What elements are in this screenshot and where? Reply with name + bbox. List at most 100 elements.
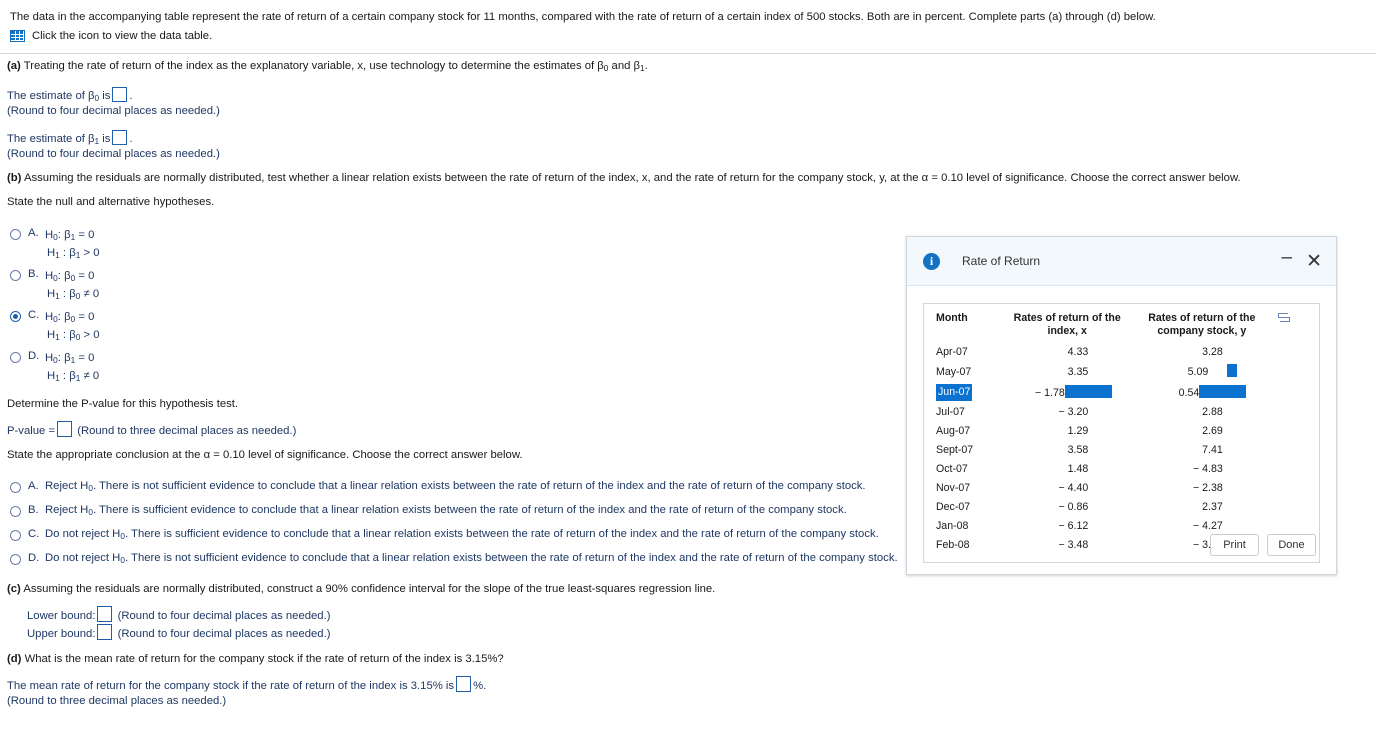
conclusion-radio-d[interactable] [10,554,21,565]
hypothesis-radio-b[interactable] [10,270,21,281]
hypothesis-text-c: H0: β0 = 0 H1 : β0 > 0 [45,311,100,342]
table-header-row: Month Rates of return of the index, x Rat… [924,310,1319,343]
lower-bound-input[interactable] [97,606,113,622]
part-d-prompt: (d) What is the mean rate of return for … [7,652,504,667]
view-data-table-link[interactable]: Click the icon to view the data table. [10,30,1366,42]
table-row[interactable]: May-07 3.35 5.09 [924,362,1319,382]
upper-bound-label: Upper bound: [27,628,96,640]
print-button[interactable]: Print [1210,534,1259,556]
cell-spacer [1271,498,1319,517]
hypothesis-text-b: H0: β0 = 0 H1 : β0 ≠ 0 [45,270,100,301]
conclusion-radio-b[interactable] [10,506,21,517]
conclusion-option-b[interactable]: B. Reject H0. There is sufficient eviden… [10,504,847,517]
conclusion-option-c[interactable]: C. Do not reject H0. There is sufficient… [10,528,879,541]
pvalue-prompt: Determine the P-value for this hypothesi… [7,398,239,410]
hypothesis-letter-c: C. [28,309,40,321]
cell-spacer [1271,460,1319,479]
intro-divider [0,53,1376,54]
lower-bound-hint: (Round to four decimal places as needed.… [117,610,331,622]
conclusion-text-a: Reject H0. There is not sufficient evide… [45,480,866,493]
header-company-stock-y: Rates of return of the company stock, y [1148,312,1256,337]
cell-month: Jun-07 [924,382,1002,403]
minimize-icon[interactable]: – [1282,248,1293,267]
beta0-hint: (Round to four decimal places as needed.… [7,105,220,117]
part-a-prompt: (a) Treating the rate of return of the i… [7,60,648,73]
cell-index-x: − 4.40 [1058,482,1089,494]
table-head: Month Rates of return of the index, x Rat… [924,310,1319,343]
hypothesis-radio-c[interactable] [10,311,21,322]
header-icon-cell [1271,310,1319,343]
conclusion-text-c: Do not reject H0. There is sufficient ev… [45,528,879,541]
cell-company-y: − 2.38 [1193,482,1223,494]
part-b-text: Assuming the residuals are normally dist… [21,172,1241,184]
cell-company-y: 0.54 [1132,382,1271,403]
upper-bound-input[interactable] [97,624,113,640]
hypothesis-radio-a[interactable] [10,229,21,240]
part-d-input[interactable] [456,676,472,692]
cell-index-x: − 3.20 [1058,406,1089,418]
selection-highlight [1199,384,1247,398]
hypothesis-radio-d[interactable] [10,352,21,363]
table-row[interactable]: Apr-07 4.33 3.28 [924,343,1319,362]
cell-index-x: − 1.78 [1002,382,1132,403]
hypothesis-option-d[interactable]: D. H0: β1 = 0 H1 : β1 ≠ 0 [10,350,99,386]
beta1-input[interactable] [112,130,128,145]
cell-spacer [1271,343,1319,362]
conclusion-option-a[interactable]: A. Reject H0. There is not sufficient ev… [10,480,866,493]
upper-bound-hint: (Round to four decimal places as needed.… [117,628,331,640]
part-a-label: (a) [7,60,21,72]
problem-intro: The data in the accompanying table repre… [0,0,1376,48]
part-d-answer-pre: The mean rate of return for the company … [7,680,455,692]
conclusion-text-d: Do not reject H0. There is not sufficien… [45,552,898,565]
cell-company-y: 3.28 [1202,346,1223,358]
lower-bound-label: Lower bound: [27,610,96,622]
part-c-prompt: (c) Assuming the residuals are normally … [7,582,715,597]
conclusion-radio-a[interactable] [10,482,21,493]
cell-month: Apr-07 [936,346,968,358]
table-row-selected[interactable]: Jun-07 − 1.78 0.54 [924,382,1319,403]
pvalue-hint: (Round to three decimal places as needed… [77,425,297,437]
cell-index-x: 3.35 [1067,365,1089,378]
pvalue-answer-row: P-value = (Round to three decimal places… [7,421,296,439]
dialog-titlebar: i Rate of Return – ✕ [907,237,1336,286]
table-row[interactable]: Oct-07 1.48 − 4.83 [924,460,1319,479]
cell-company-y: − 4.83 [1193,463,1223,475]
cell-month: Nov-07 [936,482,971,494]
cell-company-y: 2.69 [1202,425,1223,437]
hypothesis-option-c[interactable]: C. H0: β0 = 0 H1 : β0 > 0 [10,309,100,345]
part-d-hint: (Round to three decimal places as needed… [7,695,227,707]
hypothesis-option-b[interactable]: B. H0: β0 = 0 H1 : β0 ≠ 0 [10,268,99,304]
cell-index-x: 4.33 [1067,346,1089,358]
table-row[interactable]: Nov-07 − 4.40 − 2.38 [924,479,1319,498]
cell-month: May-07 [936,365,972,378]
cell-company-y: 2.37 [1202,501,1223,513]
done-button[interactable]: Done [1267,534,1316,556]
conclusion-radio-c[interactable] [10,530,21,541]
beta1-hint: (Round to four decimal places as needed.… [7,148,220,160]
cell-spacer [1271,422,1319,441]
conclusion-prompt: State the appropriate conclusion at the … [7,449,523,461]
table-row[interactable]: Aug-07 1.29 2.69 [924,422,1319,441]
cell-month: Aug-07 [936,425,971,437]
beta0-input[interactable] [112,87,128,102]
table-row[interactable]: Sept-07 3.58 7.41 [924,441,1319,460]
conclusion-text-b: Reject H0. There is sufficient evidence … [45,504,847,517]
cell-spacer [1271,382,1319,403]
hypothesis-text-d: H0: β1 = 0 H1 : β1 ≠ 0 [45,352,100,383]
cell-index-x: 1.48 [1067,463,1089,475]
grid-table-icon[interactable] [10,30,25,42]
pvalue-input[interactable] [57,421,73,437]
lower-bound-row: Lower bound: (Round to four decimal plac… [27,606,331,624]
copy-swap-icon[interactable] [1278,312,1291,322]
dialog-title: Rate of Return [962,254,1041,268]
conclusion-option-d[interactable]: D. Do not reject H0. There is not suffic… [10,552,898,565]
hypothesis-option-a[interactable]: A. H0: β1 = 0 H1 : β1 > 0 [10,227,100,263]
table-row[interactable]: Jul-07 − 3.20 2.88 [924,403,1319,422]
cell-spacer [1271,441,1319,460]
hypothesis-letter-d: D. [28,350,40,362]
table-row[interactable]: Dec-07 − 0.86 2.37 [924,498,1319,517]
close-icon[interactable]: ✕ [1306,252,1322,271]
upper-bound-row: Upper bound: (Round to four decimal plac… [27,624,331,642]
page-root: The data in the accompanying table repre… [0,0,1376,754]
conclusion-letter-a: A. [28,480,39,492]
